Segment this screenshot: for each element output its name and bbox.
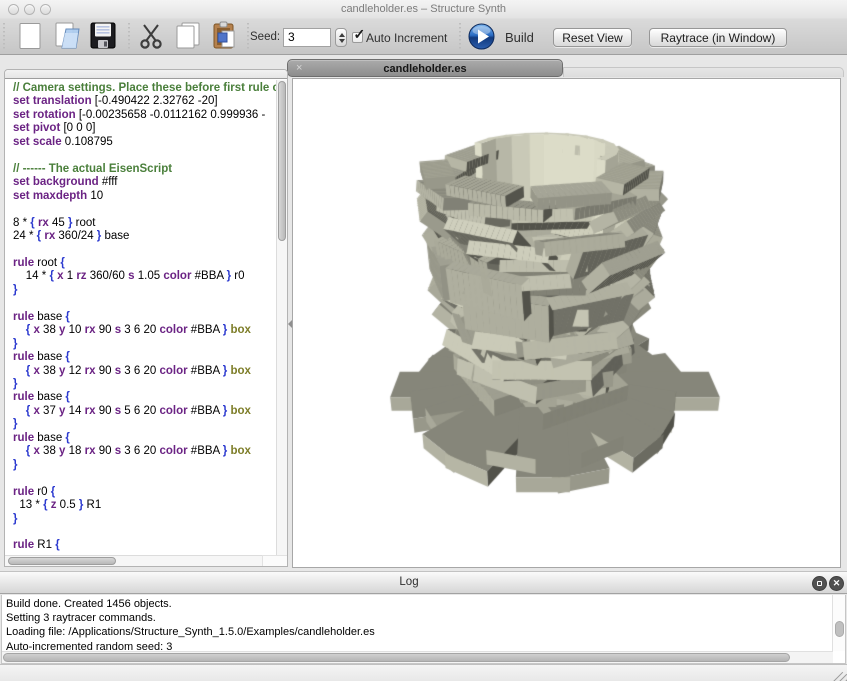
window-chrome: candleholder.es – Structure Synth: [0, 0, 847, 55]
save-file-button[interactable]: [88, 21, 118, 56]
editor-scrollbar-corner: [262, 555, 287, 566]
toolbar: Seed: 3 ✓ Auto Increment: [0, 18, 847, 54]
tab-title: candleholder.es: [288, 63, 562, 75]
auto-increment-checkbox[interactable]: ✓: [352, 32, 363, 43]
log-vertical-scrollbar[interactable]: [832, 595, 845, 651]
code-editor[interactable]: // Camera settings. Place these before f…: [5, 80, 277, 557]
copy-pages-icon: [173, 21, 203, 51]
cut-button[interactable]: [136, 22, 166, 56]
open-document-icon: [52, 21, 82, 51]
save-floppy-icon: [88, 21, 118, 51]
editor-horizontal-scrollbar[interactable]: [5, 555, 264, 566]
titlebar[interactable]: candleholder.es – Structure Synth: [0, 0, 847, 18]
copy-button[interactable]: [173, 21, 203, 56]
build-label: Build: [505, 30, 534, 45]
auto-increment-label: Auto Increment: [366, 31, 447, 45]
application-window: candleholder.es – Structure Synth: [0, 0, 847, 681]
render-viewport[interactable]: [292, 78, 841, 568]
scissors-icon: [136, 22, 166, 51]
paste-clipboard-icon: [209, 21, 239, 51]
raytrace-button[interactable]: Raytrace (in Window): [649, 28, 787, 47]
stepper-down-icon[interactable]: [339, 39, 345, 43]
log-hscroll-thumb[interactable]: [3, 653, 790, 662]
toolbar-handle: [3, 23, 5, 51]
log-dock-header[interactable]: Log ✕: [0, 571, 847, 594]
status-bar: [0, 664, 847, 681]
close-icon: ✕: [830, 577, 843, 590]
editor-hscroll-thumb[interactable]: [8, 557, 116, 565]
editor-vscroll-thumb[interactable]: [278, 81, 286, 241]
script-editor-panel: // Camera settings. Place these before f…: [4, 69, 288, 567]
reset-view-button[interactable]: Reset View: [553, 28, 632, 47]
checkmark-icon: ✓: [354, 26, 366, 43]
log-lines: Build done. Created 1456 objects.Setting…: [6, 597, 375, 654]
opengl-canvas[interactable]: [293, 79, 840, 567]
toolbar-separator: [128, 23, 130, 51]
log-vscroll-thumb[interactable]: [835, 621, 844, 637]
paste-button[interactable]: [209, 21, 239, 56]
toolbar-separator: [247, 23, 249, 51]
stepper-up-icon[interactable]: [339, 33, 345, 37]
seed-label: Seed:: [250, 31, 280, 43]
log-panel: Build done. Created 1456 objects.Setting…: [1, 595, 846, 664]
window-title: candleholder.es – Structure Synth: [0, 3, 847, 15]
new-file-button[interactable]: [17, 22, 43, 56]
toolbar-separator: [459, 23, 461, 51]
float-icon: [817, 581, 822, 586]
seed-stepper[interactable]: [335, 28, 347, 47]
seed-input[interactable]: 3: [283, 28, 331, 47]
dock-float-button[interactable]: [813, 577, 826, 590]
open-file-button[interactable]: [52, 21, 82, 56]
build-play-icon: [468, 23, 495, 50]
log-dock-title: Log: [0, 576, 818, 588]
new-document-icon: [17, 22, 43, 51]
tab-well: [563, 67, 844, 77]
build-button[interactable]: [468, 23, 495, 55]
editor-header-strip: [5, 70, 287, 79]
tab-candleholder[interactable]: × candleholder.es: [287, 59, 563, 77]
resize-grip[interactable]: [832, 667, 845, 680]
editor-vertical-scrollbar[interactable]: [276, 80, 287, 557]
dock-close-button[interactable]: ✕: [830, 577, 843, 590]
log-horizontal-scrollbar[interactable]: [2, 651, 833, 663]
